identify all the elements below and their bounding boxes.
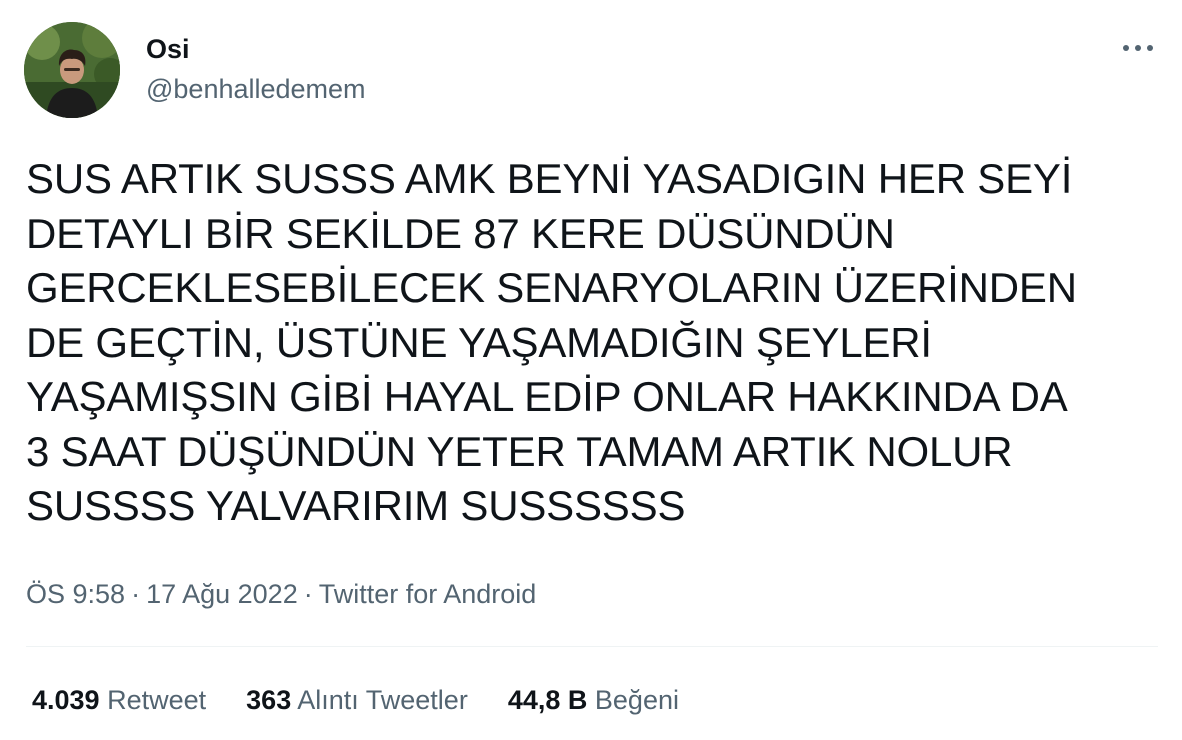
tweet-meta: ÖS 9:58 · 17 Ağu 2022 · Twitter for Android xyxy=(26,576,536,612)
like-count-number: 44,8 B xyxy=(507,685,588,715)
meta-separator: · xyxy=(131,579,141,609)
tweet-time[interactable]: ÖS 9:58 xyxy=(26,579,125,609)
like-count-label: Beğeni xyxy=(594,685,679,715)
retweet-count-label: Retweet xyxy=(107,685,207,715)
retweet-count-number: 4.039 xyxy=(32,685,100,715)
tweet-source[interactable]: Twitter for Android xyxy=(319,579,537,609)
avatar[interactable] xyxy=(24,22,120,118)
tweet-date[interactable]: 17 Ağu 2022 xyxy=(146,579,298,609)
tweet-card: Osi @benhalledemem SUS ARTIK SUSSS AMK B… xyxy=(0,0,1182,740)
retweet-count[interactable]: 4.039 Retweet xyxy=(32,682,206,718)
avatar-photo xyxy=(24,22,120,118)
author-handle[interactable]: @benhalledemem xyxy=(146,72,366,106)
author-display-name[interactable]: Osi xyxy=(146,32,190,66)
quote-count-label: Alıntı Tweetler xyxy=(297,685,468,715)
like-count[interactable]: 44,8 B Beğeni xyxy=(508,682,679,718)
more-horizontal-icon xyxy=(1123,45,1153,51)
tweet-stats: 4.039 Retweet 363 Alıntı Tweetler 44,8 B… xyxy=(32,682,719,718)
meta-separator: · xyxy=(303,579,313,609)
quote-count-number: 363 xyxy=(246,685,292,715)
divider xyxy=(26,646,1158,647)
quote-tweet-count[interactable]: 363 Alıntı Tweetler xyxy=(246,682,468,718)
more-options-button[interactable] xyxy=(1114,30,1162,66)
tweet-text: SUS ARTIK SUSSS AMK BEYNİ YASADIGIN HER … xyxy=(26,155,1077,529)
